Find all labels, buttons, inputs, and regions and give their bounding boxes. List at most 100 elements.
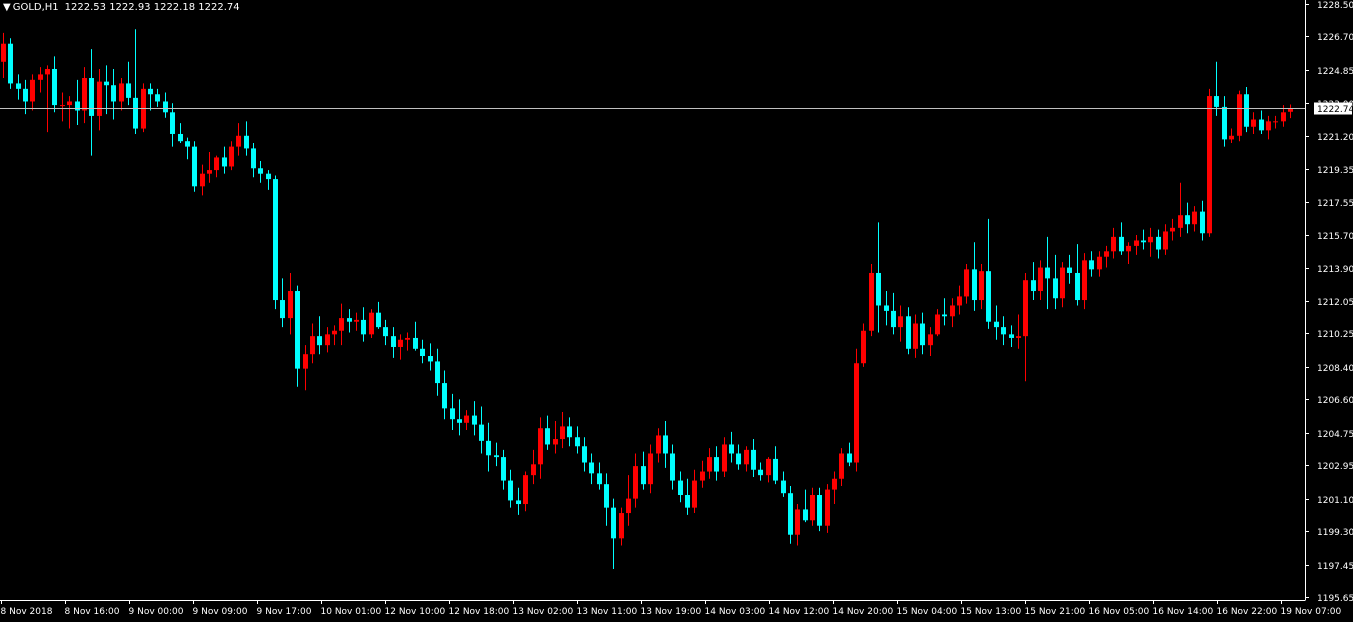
candle-body: [133, 97, 138, 129]
candle-body: [869, 272, 874, 331]
triangle-down-icon[interactable]: ▼: [3, 2, 11, 13]
candle-body: [714, 457, 719, 472]
candle: [310, 323, 315, 364]
candle-body: [222, 157, 227, 167]
candle: [244, 121, 249, 156]
candle-body: [126, 83, 131, 98]
candle: [1214, 61, 1219, 116]
candle-body: [442, 383, 447, 409]
candle: [405, 332, 410, 351]
candle-body: [97, 81, 102, 116]
candle-body: [1119, 236, 1124, 252]
time-tick-label: 16 Nov 05:00: [1089, 607, 1150, 617]
candle: [854, 348, 859, 472]
candle: [119, 78, 124, 111]
candle: [1119, 222, 1124, 255]
candle-body: [523, 475, 528, 505]
candle-body: [1126, 245, 1131, 252]
price-tick-label: 1221.20: [1317, 133, 1353, 143]
candle: [670, 444, 675, 490]
candle-body: [1089, 260, 1094, 270]
candle-body: [1156, 236, 1161, 250]
candle-body: [1001, 327, 1006, 335]
candle-body: [1170, 227, 1175, 232]
candle: [986, 218, 991, 329]
candle: [1185, 202, 1190, 234]
candle-body: [906, 316, 911, 349]
candle-body: [420, 348, 425, 357]
candle-body: [185, 141, 190, 147]
time-tick-label: 16 Nov 14:00: [1153, 607, 1214, 617]
candle-body: [67, 101, 72, 106]
candle-body: [8, 43, 13, 84]
candle: [773, 446, 778, 485]
candle-body: [207, 170, 212, 174]
candle: [729, 431, 734, 463]
price-tick-label: 1228.50: [1317, 1, 1353, 11]
price-tick-label: 1197.45: [1317, 562, 1353, 572]
candle: [876, 222, 881, 333]
candle: [413, 321, 418, 351]
candle-body: [678, 480, 683, 496]
price-tick-label: 1202.95: [1317, 462, 1353, 472]
candle: [1207, 88, 1212, 237]
candle: [906, 307, 911, 355]
candle-body: [236, 135, 241, 147]
candle: [1089, 251, 1094, 277]
candle: [884, 291, 889, 326]
time-tick-label: 9 Nov 09:00: [193, 607, 248, 617]
price-tick-label: 1215.70: [1317, 232, 1353, 242]
candle-body: [751, 449, 756, 470]
candle: [1082, 253, 1087, 310]
price-tick-label: 1224.85: [1317, 67, 1353, 77]
candle-body: [795, 509, 800, 535]
candle: [1156, 229, 1161, 259]
candle-body: [1045, 267, 1050, 279]
candle: [494, 442, 499, 467]
candle-body: [1148, 236, 1153, 243]
candle-body: [825, 489, 830, 526]
candle-body: [148, 88, 153, 95]
candle: [1023, 272, 1028, 382]
price-tick-label: 1199.30: [1317, 528, 1353, 538]
candle: [604, 473, 609, 526]
candle: [376, 301, 381, 329]
candle: [75, 79, 80, 125]
candle: [663, 420, 668, 468]
candle: [89, 49, 94, 156]
candle: [531, 449, 536, 485]
candle-body: [1251, 119, 1256, 127]
candle: [1266, 115, 1271, 140]
candle-body: [472, 415, 477, 425]
candle: [222, 146, 227, 174]
candle: [288, 272, 293, 335]
candle-body: [104, 81, 109, 86]
candle-body: [200, 173, 205, 187]
candle: [803, 489, 808, 523]
time-tick-label: 12 Nov 18:00: [449, 607, 510, 617]
candle-body: [950, 305, 955, 317]
candle-body: [663, 435, 668, 454]
candle: [575, 426, 580, 454]
candle-body: [266, 173, 271, 180]
time-tick-label: 8 Nov 16:00: [65, 607, 120, 617]
candle-body: [781, 480, 786, 494]
candle: [545, 415, 550, 450]
plot-area[interactable]: [1, 29, 1293, 570]
candle: [1237, 90, 1242, 142]
candle: [133, 29, 138, 134]
candle: [1244, 87, 1249, 133]
candle: [957, 285, 962, 315]
candle-body: [501, 457, 506, 481]
time-axis[interactable]: 8 Nov 2018 8 Nov 16:00 9 Nov 00:00 9 Nov 09…: [0, 600, 1341, 617]
candle: [486, 422, 491, 472]
candlestick-chart[interactable]: 1228.501226.701224.851223.001221.201219.…: [0, 0, 1353, 622]
candle: [1222, 96, 1227, 147]
candle-body: [935, 314, 940, 335]
candle-body: [1134, 240, 1139, 246]
candle-body: [494, 455, 499, 458]
candle-body: [1, 43, 6, 62]
candle: [361, 307, 366, 342]
price-tick-label: 1210.25: [1317, 330, 1353, 340]
price-axis[interactable]: 1228.501226.701224.851223.001221.201219.…: [1305, 0, 1353, 604]
